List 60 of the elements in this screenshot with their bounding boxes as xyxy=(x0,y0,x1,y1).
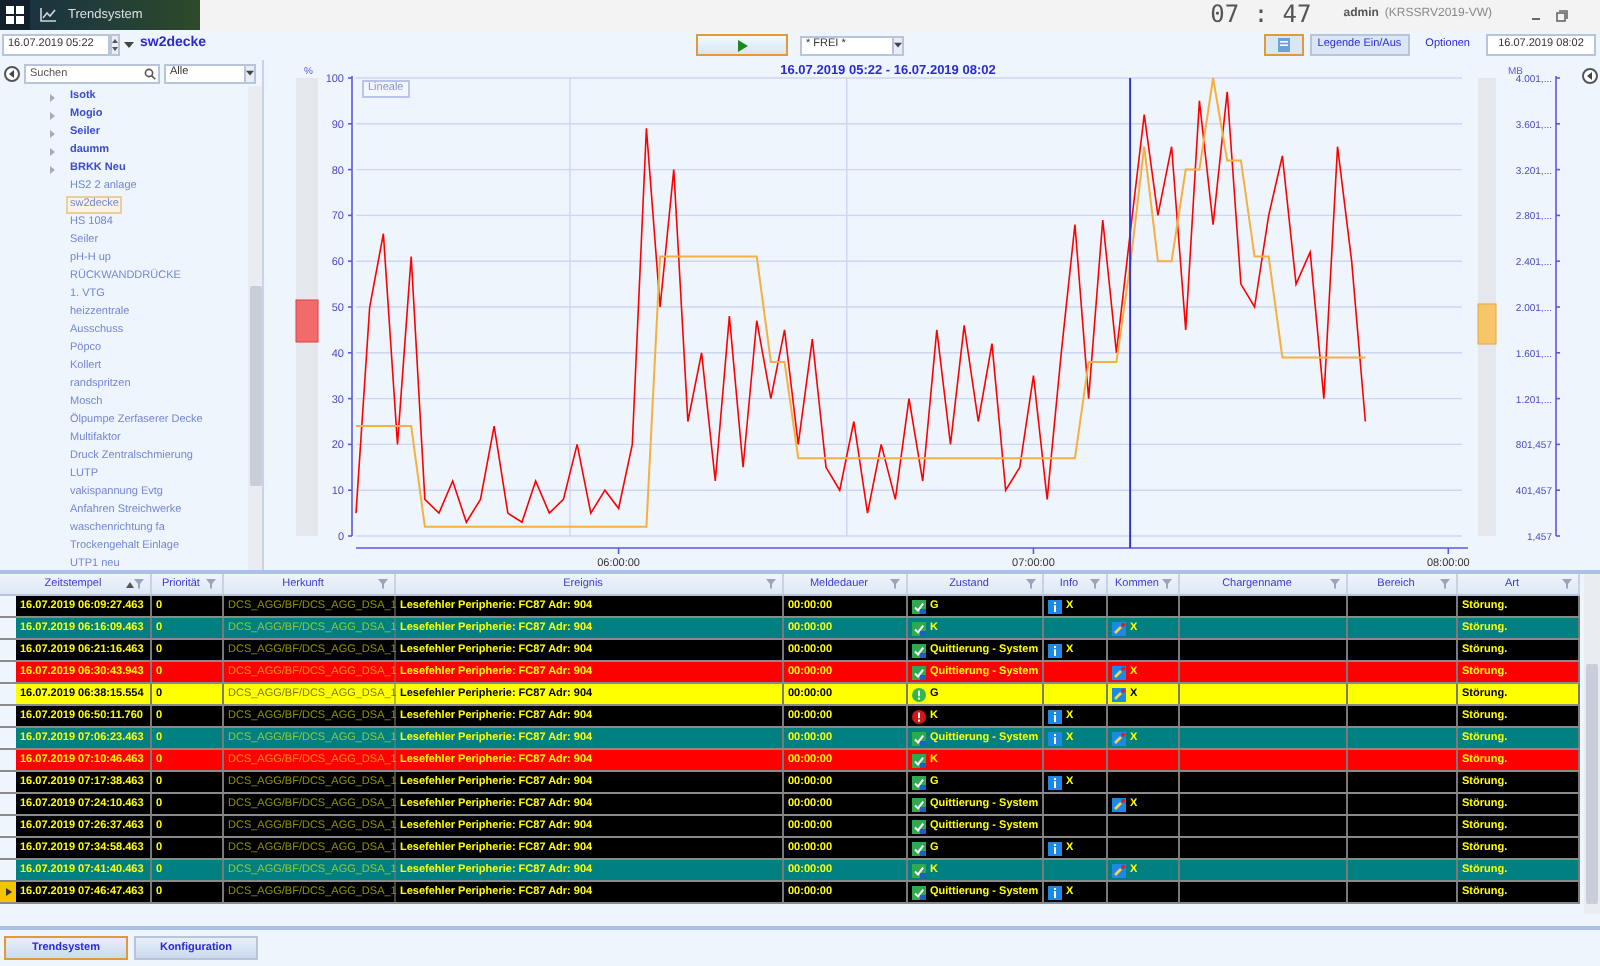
info-icon xyxy=(1048,709,1062,723)
filter-icon[interactable] xyxy=(1026,578,1038,590)
search-icon xyxy=(144,67,156,79)
chevron-left-icon xyxy=(8,69,16,77)
legend-icon-button[interactable] xyxy=(1263,34,1304,56)
scrollbar[interactable] xyxy=(248,86,262,570)
cursor-line[interactable] xyxy=(1129,77,1132,549)
row-pointer-icon xyxy=(5,888,11,896)
spin-button[interactable] xyxy=(110,34,120,56)
filter-icon[interactable] xyxy=(1162,578,1174,590)
pencil-icon xyxy=(1112,731,1126,745)
filter-icon[interactable] xyxy=(1562,578,1574,590)
info-icon xyxy=(1048,885,1062,899)
play-button[interactable] xyxy=(696,34,788,56)
play-icon xyxy=(737,39,747,51)
expand-icon[interactable] xyxy=(48,129,56,137)
sort-arrow-icon xyxy=(126,581,134,587)
info-icon xyxy=(1048,775,1062,789)
filter-icon[interactable] xyxy=(1440,578,1452,590)
document-icon xyxy=(1277,38,1290,52)
row-indicator[interactable] xyxy=(0,882,16,902)
filter-icon[interactable] xyxy=(134,578,146,590)
caret-icon xyxy=(246,69,254,77)
clock: 07 : 47 xyxy=(1210,0,1312,30)
filter-icon[interactable] xyxy=(1090,578,1102,590)
info-icon xyxy=(1048,841,1062,855)
expand-icon[interactable] xyxy=(48,147,56,155)
slider-handle[interactable] xyxy=(1477,303,1497,345)
slider-handle[interactable] xyxy=(295,299,319,343)
caret-icon xyxy=(123,41,133,49)
chevron-left-icon xyxy=(1585,72,1593,80)
expand-icon[interactable] xyxy=(48,165,56,173)
grid-icon xyxy=(6,6,24,24)
scrollbar[interactable] xyxy=(1584,574,1600,914)
expand-icon[interactable] xyxy=(48,111,56,119)
info-icon xyxy=(1048,643,1062,657)
filter-icon[interactable] xyxy=(206,578,218,590)
filter-icon[interactable] xyxy=(1330,578,1342,590)
filter-icon[interactable] xyxy=(890,578,902,590)
filter-icon[interactable] xyxy=(378,578,390,590)
caret-icon xyxy=(894,41,902,49)
restore-icon xyxy=(1556,9,1568,21)
info-icon xyxy=(1048,731,1062,745)
collapse-button[interactable] xyxy=(4,65,20,81)
pencil-icon xyxy=(1112,621,1126,635)
info-icon xyxy=(1048,599,1062,613)
chart-icon xyxy=(40,8,56,22)
scroll-thumb[interactable] xyxy=(1586,664,1598,904)
slider-track[interactable] xyxy=(1478,78,1496,536)
slider-track[interactable] xyxy=(296,78,318,536)
expand-icon[interactable] xyxy=(48,93,56,101)
collapse-button[interactable] xyxy=(1581,68,1597,84)
pencil-icon xyxy=(1112,665,1126,679)
pencil-icon xyxy=(1112,797,1126,811)
app-menu-button[interactable] xyxy=(0,0,30,30)
scroll-thumb[interactable] xyxy=(249,286,261,486)
filter-icon[interactable] xyxy=(766,578,778,590)
pencil-icon xyxy=(1112,687,1126,701)
pencil-icon xyxy=(1112,863,1126,877)
spin-arrows-icon xyxy=(112,38,118,52)
